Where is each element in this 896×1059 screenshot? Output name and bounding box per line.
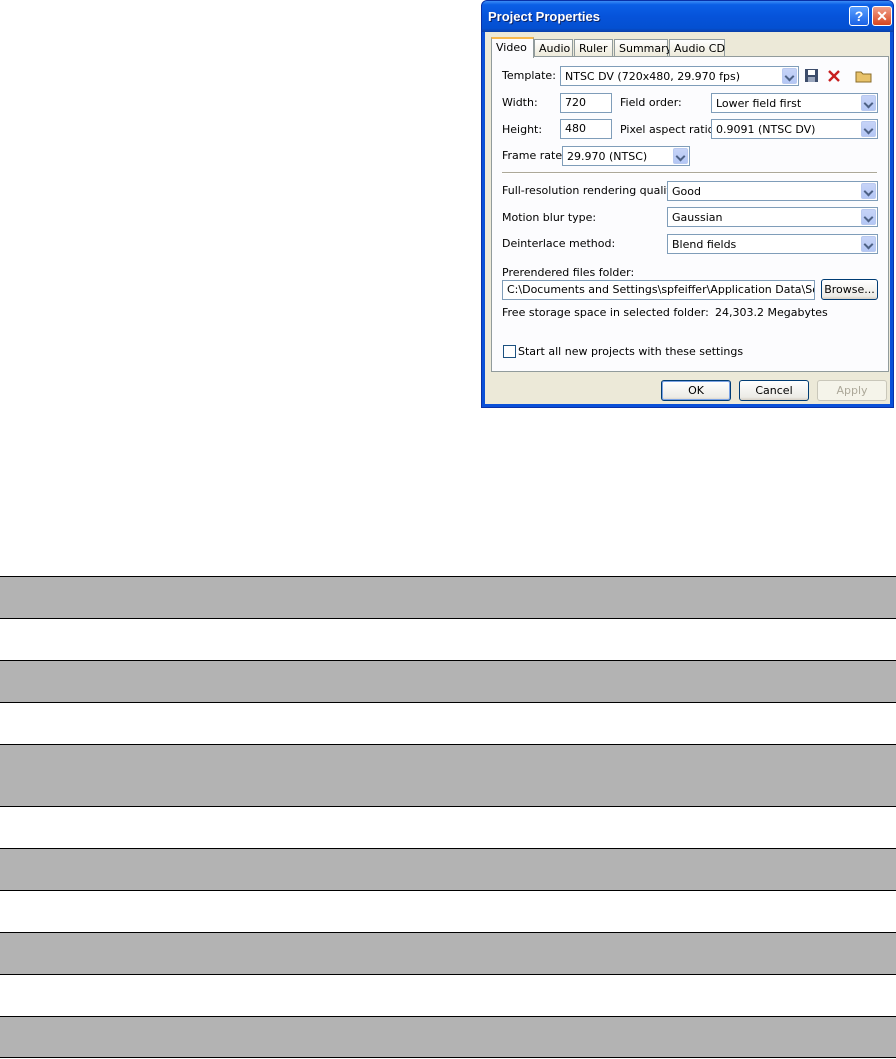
render-quality-select[interactable]: Good (667, 181, 878, 201)
table-row (0, 848, 896, 890)
help-button[interactable]: ? (849, 6, 869, 26)
table-row (0, 744, 896, 806)
motion-blur-value: Gaussian (672, 211, 723, 224)
start-all-label[interactable]: Start all new projects with these settin… (518, 345, 743, 358)
field-order-label: Field order: (620, 96, 682, 109)
table-row (0, 974, 896, 1016)
project-properties-dialog: Project Properties ? ✕ Video Audio Ruler… (481, 0, 894, 408)
deinterlace-value: Blend fields (672, 238, 737, 251)
render-quality-label: Full-resolution rendering quality: (502, 184, 681, 197)
pixel-aspect-select[interactable]: 0.9091 (NTSC DV) (711, 119, 878, 139)
chevron-down-icon[interactable] (673, 148, 688, 164)
free-storage-label: Free storage space in selected folder: (502, 306, 709, 319)
chevron-down-icon[interactable] (861, 121, 876, 137)
frame-rate-label: Frame rate: (502, 149, 566, 162)
browse-button[interactable]: Browse... (821, 279, 878, 300)
template-select[interactable]: NTSC DV (720x480, 29.970 fps) (560, 66, 799, 86)
close-button[interactable]: ✕ (872, 6, 892, 26)
height-label: Height: (502, 123, 543, 136)
width-label: Width: (502, 96, 538, 109)
prerendered-folder-label: Prerendered files folder: (502, 266, 635, 279)
deinterlace-label: Deinterlace method: (502, 237, 616, 250)
motion-blur-select[interactable]: Gaussian (667, 207, 878, 227)
start-all-checkbox[interactable] (503, 345, 516, 358)
field-order-value: Lower field first (716, 97, 802, 110)
save-icon[interactable] (804, 68, 820, 84)
frame-rate-select[interactable]: 29.970 (NTSC) (562, 146, 690, 166)
tab-ruler[interactable]: Ruler (574, 39, 613, 57)
template-value: NTSC DV (720x480, 29.970 fps) (565, 70, 741, 83)
table-row (0, 702, 896, 744)
table-row (0, 660, 896, 702)
chevron-down-icon[interactable] (861, 183, 876, 199)
ok-button[interactable]: OK (661, 380, 731, 401)
chevron-down-icon[interactable] (861, 95, 876, 111)
table-row (0, 1016, 896, 1058)
tab-audio-cd[interactable]: Audio CD (669, 39, 725, 57)
table-row (0, 618, 896, 660)
dialog-client: Video Audio Ruler Summary Audio CD Templ… (485, 32, 890, 404)
video-tab-panel: Template: NTSC DV (720x480, 29.970 fps) … (491, 56, 889, 372)
apply-button[interactable]: Apply (817, 380, 887, 401)
separator (502, 172, 877, 174)
motion-blur-label: Motion blur type: (502, 211, 597, 224)
width-field[interactable]: 720 (560, 93, 612, 113)
chevron-down-icon[interactable] (782, 68, 797, 84)
tab-video[interactable]: Video (491, 37, 534, 58)
title-bar[interactable]: Project Properties ? ✕ (482, 1, 893, 32)
table-row (0, 890, 896, 932)
dialog-title: Project Properties (488, 9, 600, 24)
pixel-aspect-value: 0.9091 (NTSC DV) (716, 123, 816, 136)
field-order-select[interactable]: Lower field first (711, 93, 878, 113)
table-row (0, 806, 896, 848)
template-label: Template: (502, 69, 556, 82)
cancel-button[interactable]: Cancel (739, 380, 809, 401)
table-row (0, 932, 896, 974)
height-field[interactable]: 480 (560, 119, 612, 139)
tab-audio[interactable]: Audio (534, 39, 573, 57)
chevron-down-icon[interactable] (861, 236, 876, 252)
delete-icon[interactable] (826, 68, 842, 84)
prerendered-folder-field[interactable]: C:\Documents and Settings\spfeiffer\Appl… (502, 280, 815, 300)
deinterlace-select[interactable]: Blend fields (667, 234, 878, 254)
chevron-down-icon[interactable] (861, 209, 876, 225)
tab-summary[interactable]: Summary (614, 39, 672, 57)
free-storage-value: 24,303.2 Megabytes (715, 306, 828, 319)
render-quality-value: Good (672, 185, 701, 198)
frame-rate-value: 29.970 (NTSC) (567, 150, 648, 163)
table-row (0, 576, 896, 618)
folder-icon[interactable] (855, 68, 873, 84)
pixel-aspect-label: Pixel aspect ratio: (620, 123, 719, 136)
